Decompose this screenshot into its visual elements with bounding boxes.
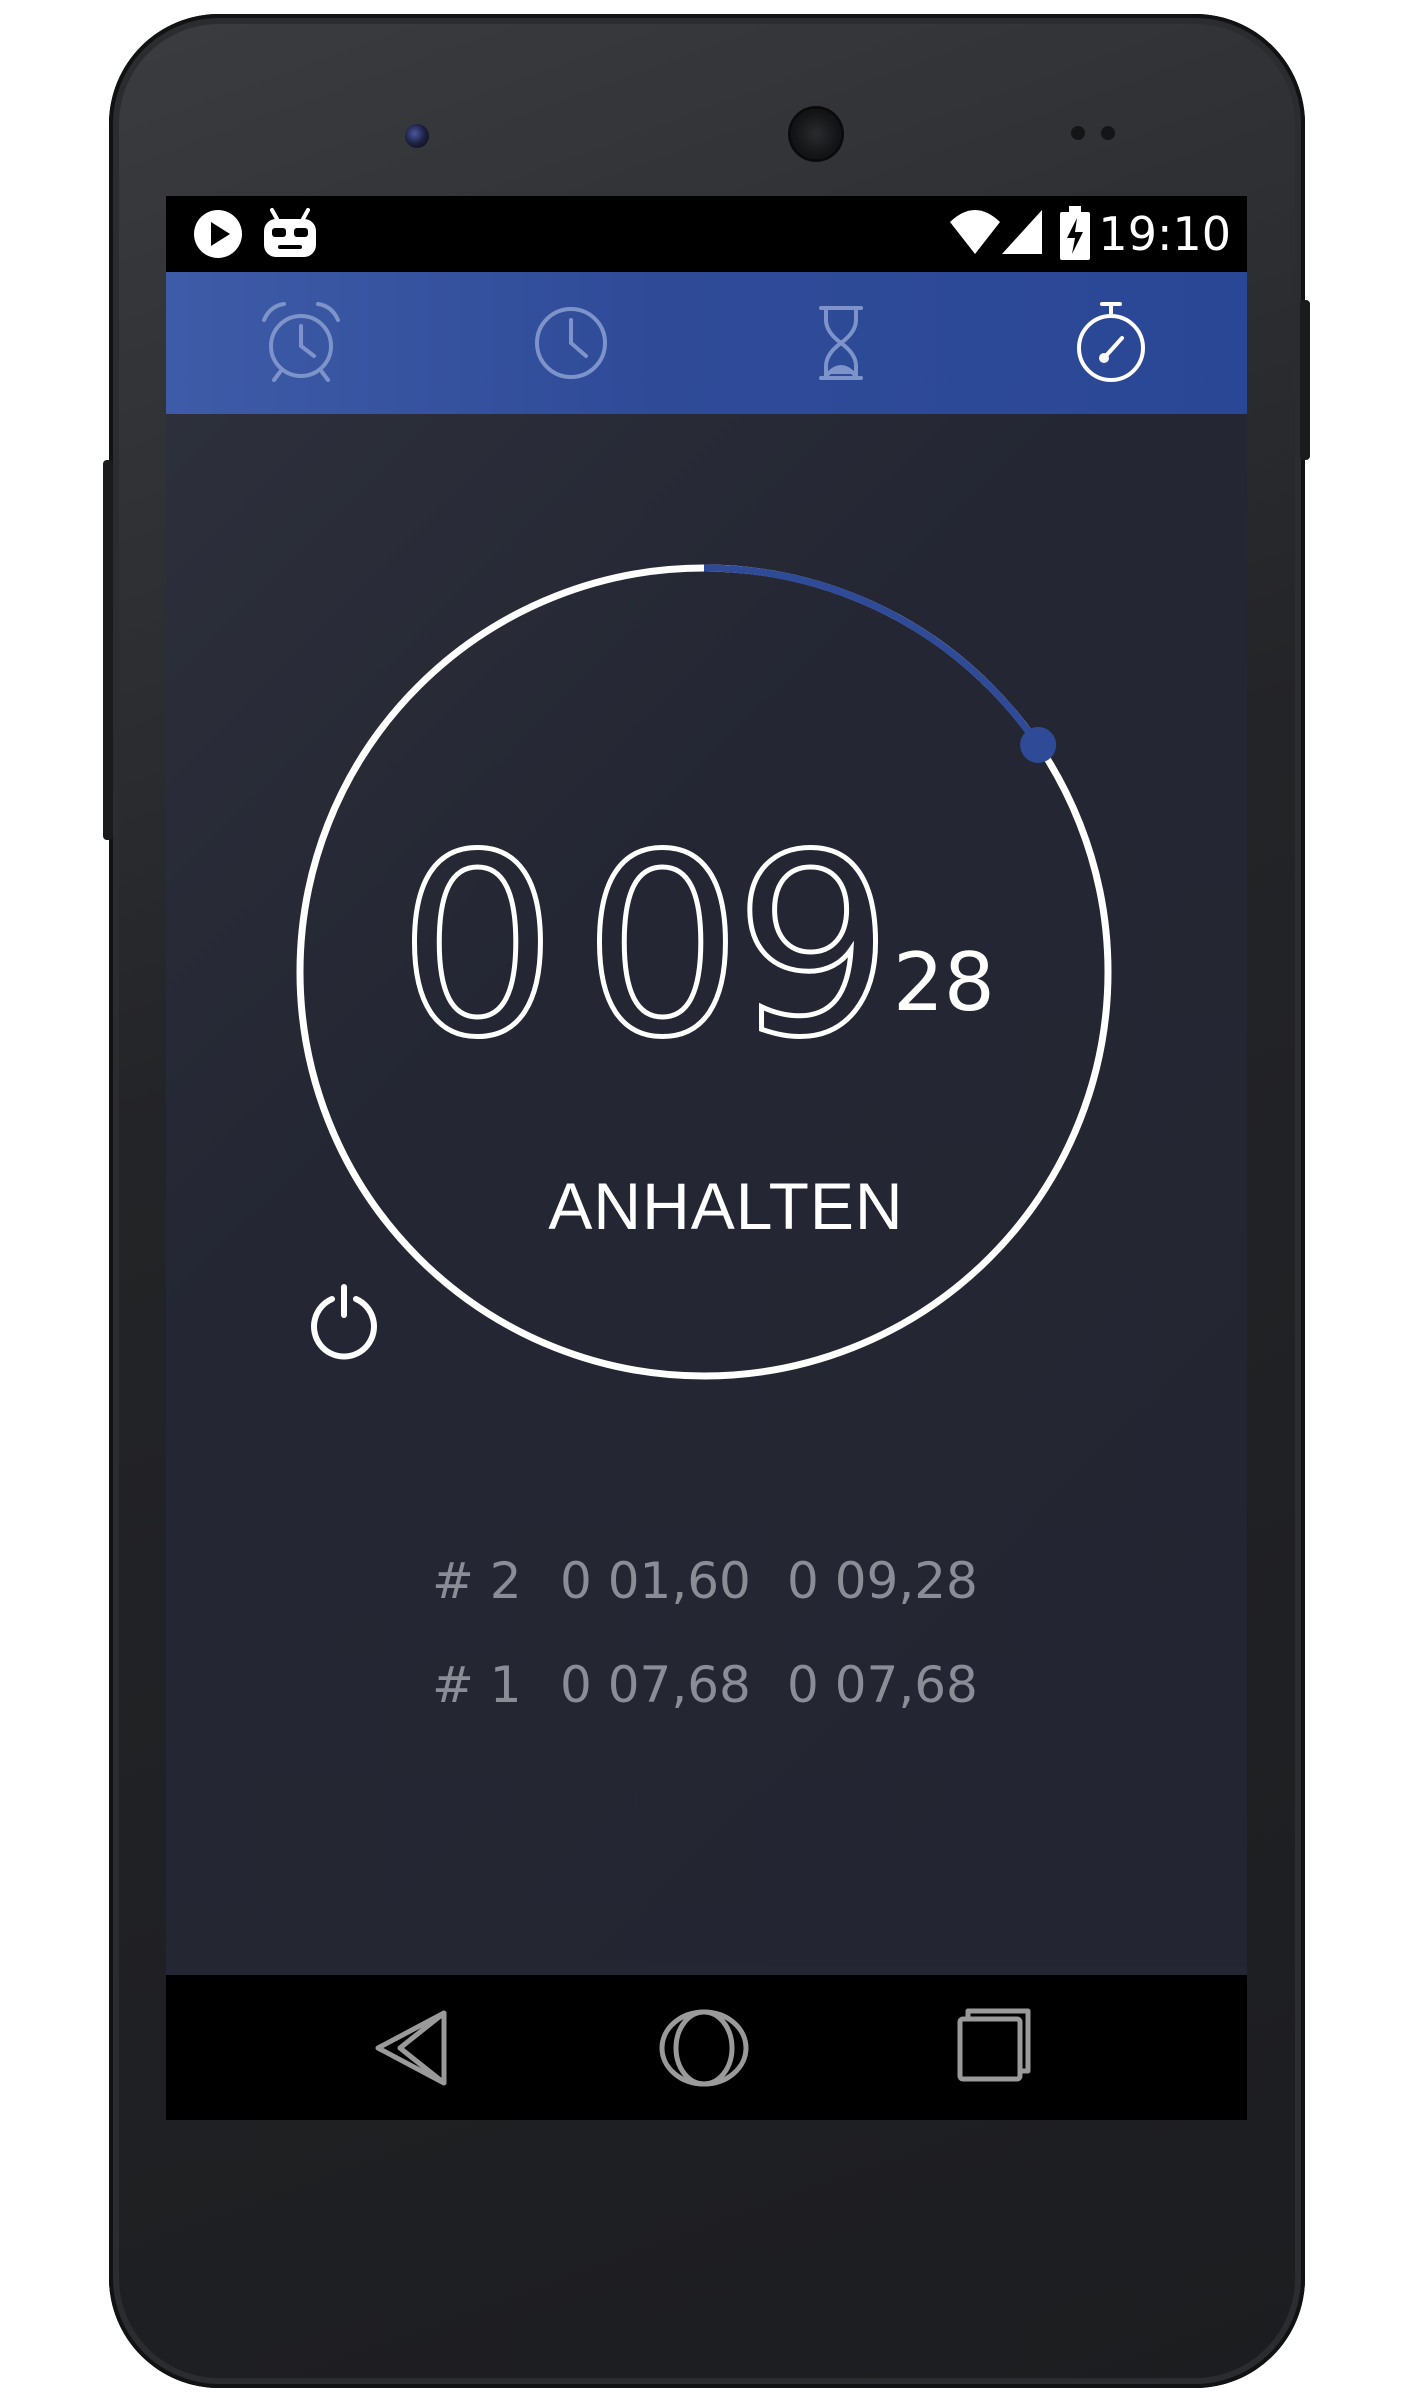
back-button[interactable] [314,1975,514,2120]
volume-rocker [103,460,113,840]
recents-icon [957,2008,1031,2081]
lap-row: # 1 0 07,68 0 07,68 [432,1650,1032,1720]
dial-progress-knob[interactable] [1020,726,1057,763]
lap-time: 0 01,60 [560,1552,751,1610]
lap-number: # 1 [432,1656,522,1714]
dial-progress-arc [703,564,1042,747]
lap-number: # 2 [432,1552,522,1610]
lap-total-time: 0 07,68 [787,1656,978,1714]
home-button[interactable] [604,1975,804,2120]
navigation-bar [166,1975,1247,2120]
front-camera [405,124,429,148]
stop-button[interactable]: ANHALTEN [526,1166,926,1246]
elapsed-hundredths: 28 [893,936,995,1029]
reset-button[interactable] [304,1281,384,1361]
earpiece-speaker [791,109,841,159]
back-icon [375,2010,447,2085]
lap-total-time: 0 09,28 [787,1552,978,1610]
elapsed-seconds: 09 [583,828,885,1058]
lap-row: # 2 0 01,60 0 09,28 [432,1546,1032,1616]
light-sensor [1101,126,1115,140]
power-button [1300,300,1310,460]
elapsed-minutes: 0 [398,828,557,1058]
lap-time: 0 07,68 [560,1656,751,1714]
screen: 19:10 0 09 28 ANHALTEN # 2 0 01,60 0 09,… [166,196,1247,2120]
home-icon [659,2009,749,2086]
recents-button[interactable] [894,1975,1094,2120]
proximity-sensor [1071,126,1085,140]
stopwatch-dial [296,564,1112,1380]
reset-icon [311,1284,377,1360]
